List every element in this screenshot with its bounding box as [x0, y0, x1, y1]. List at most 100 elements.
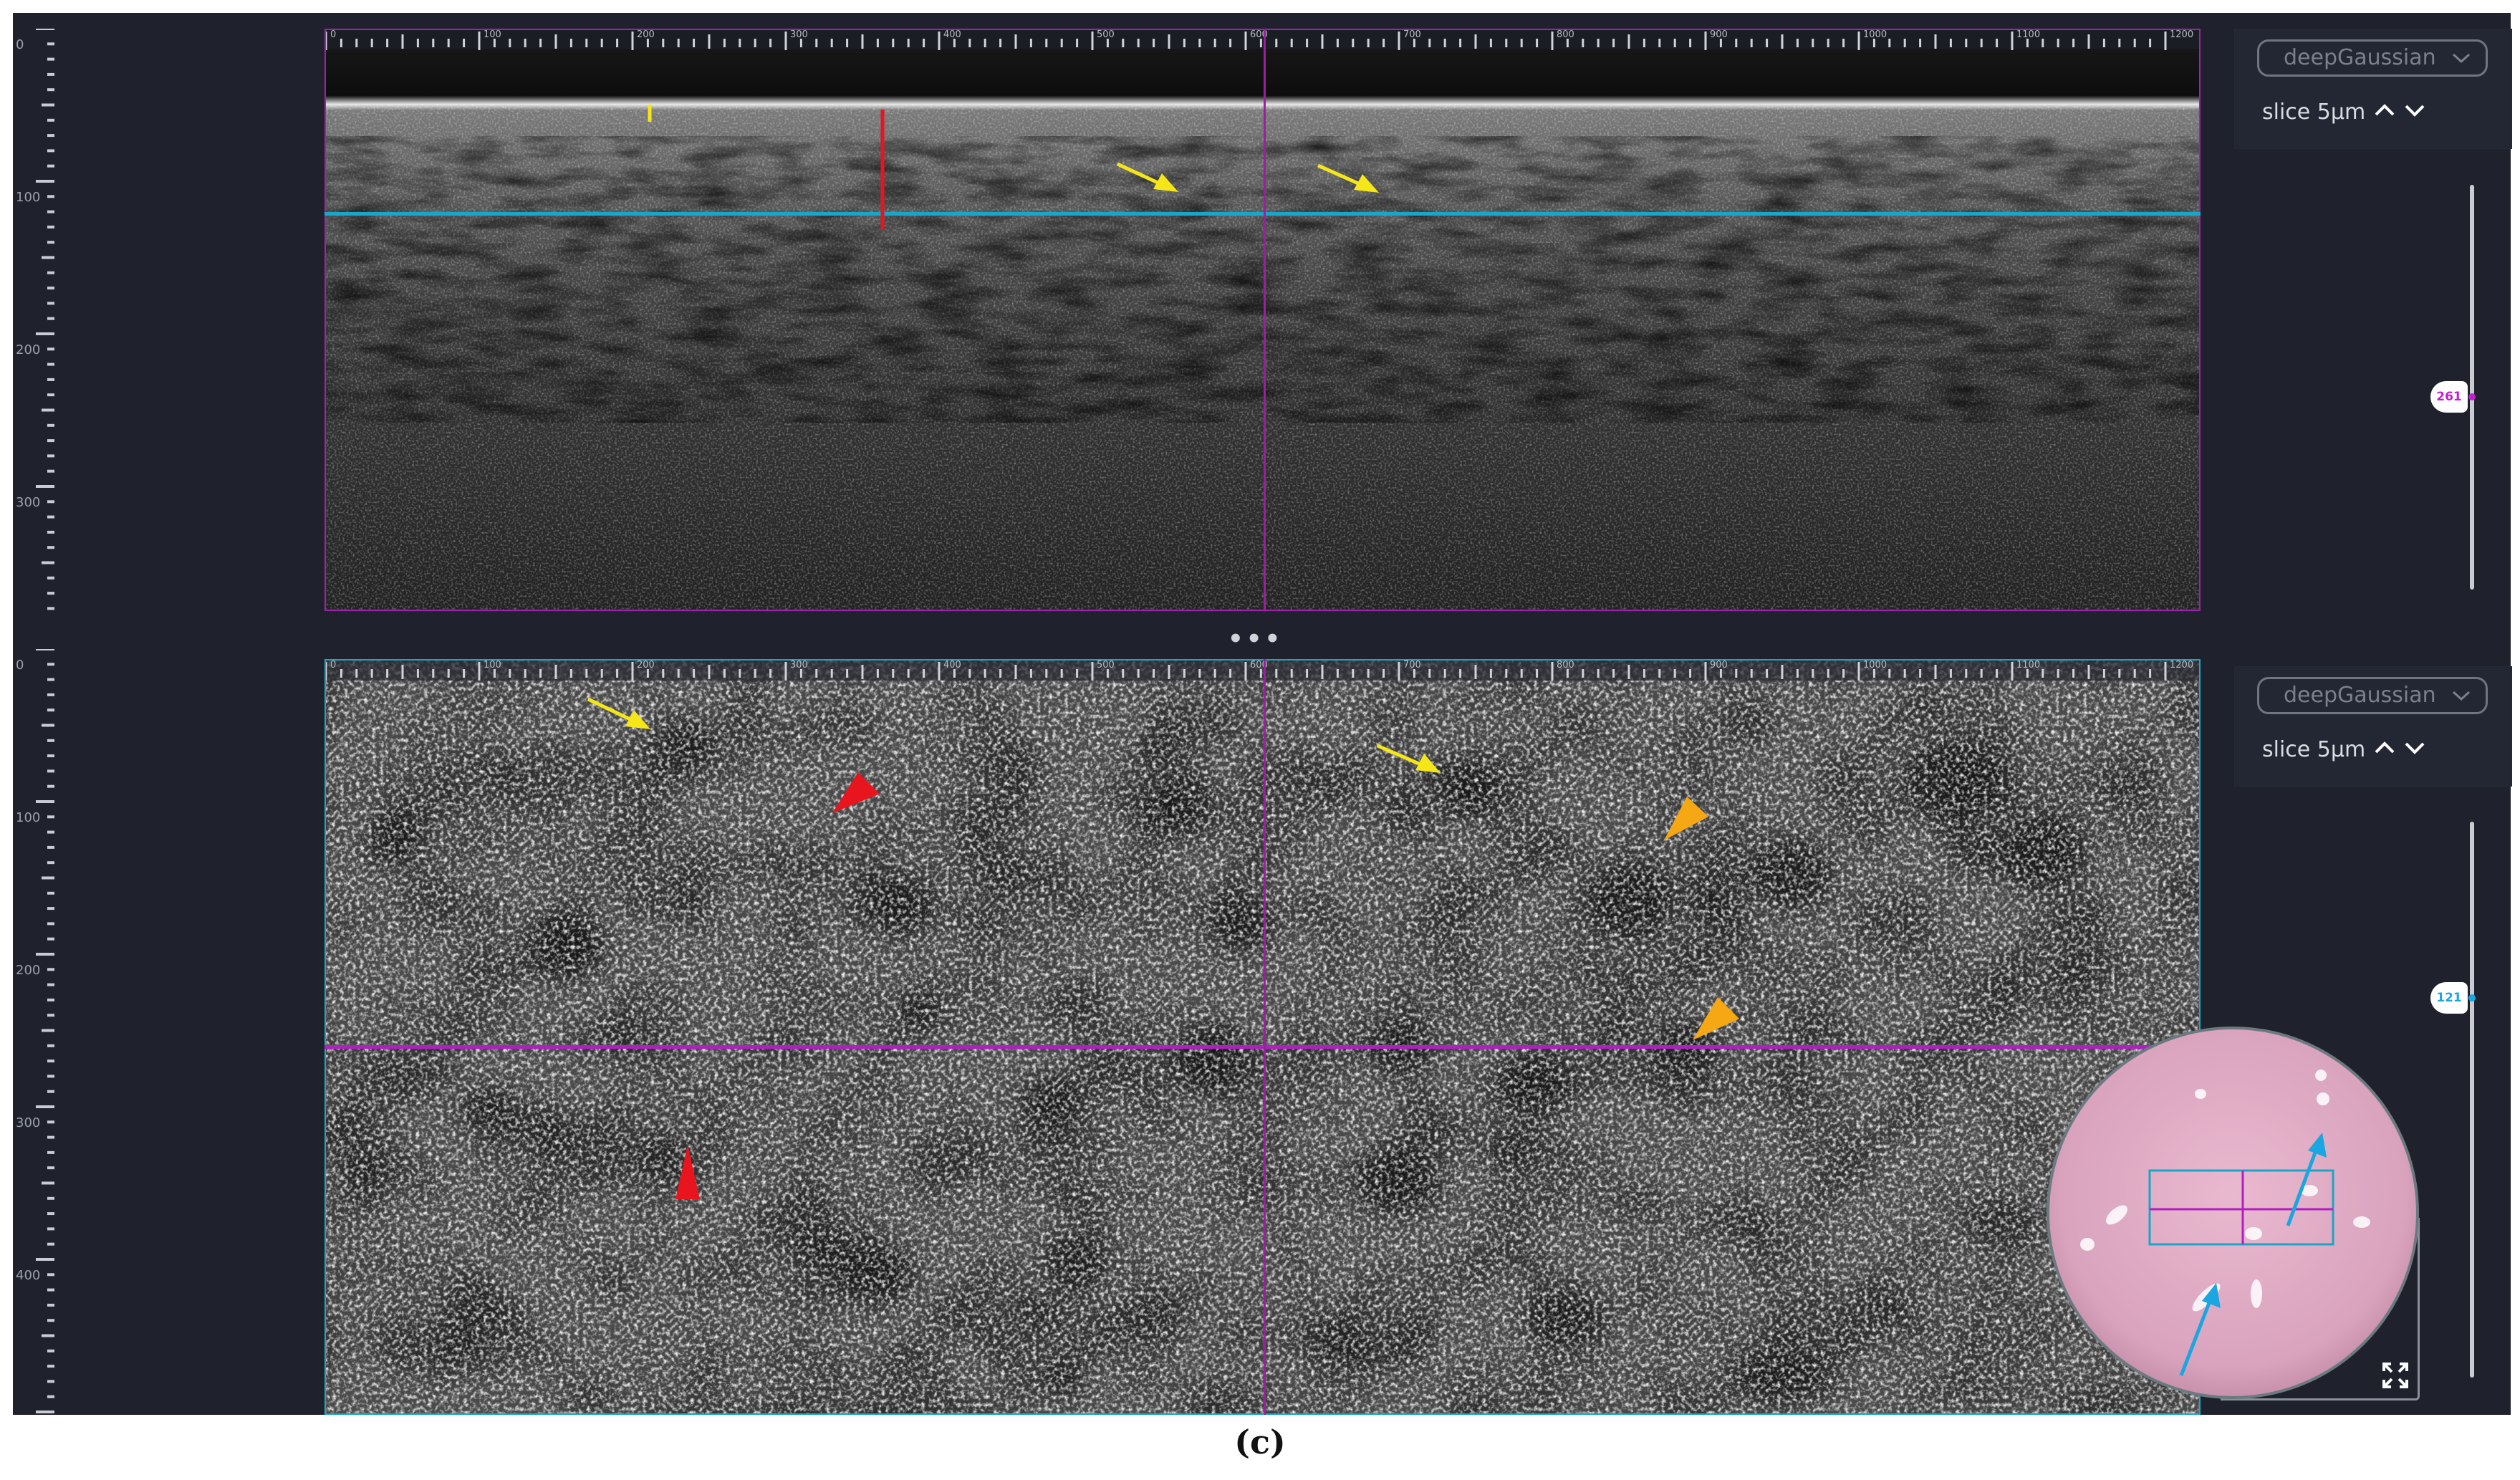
chevron-up-icon: [2375, 741, 2395, 754]
ruler-label: 100: [16, 190, 40, 205]
ruler-tick: [47, 739, 54, 742]
ruler-tick: [47, 937, 54, 941]
ruler-tick: [47, 845, 54, 849]
expand-icon[interactable]: [2381, 1361, 2410, 1390]
ruler-tick: [47, 1059, 54, 1063]
slice-label: slice 5µm: [2262, 737, 2366, 762]
ruler-tick: [36, 1411, 54, 1413]
ruler-tick: [42, 561, 54, 564]
slider-position-dot: [2468, 994, 2476, 1001]
ruler-tick: [47, 815, 54, 819]
ruler-tick: [36, 800, 54, 803]
depth-slider-track[interactable]: [2470, 822, 2474, 1378]
ruler-tick: [47, 454, 54, 458]
ruler-tick: [42, 1181, 54, 1185]
ruler-label: 300: [16, 1115, 40, 1130]
ruler-tick: [47, 1273, 54, 1277]
ruler-tick: [47, 1120, 54, 1124]
ruler-tick: [47, 195, 54, 198]
ruler-tick: [47, 1150, 54, 1154]
ruler-tick: [36, 180, 54, 183]
ruler-tick: [47, 983, 54, 986]
ruler-tick: [47, 1196, 54, 1200]
figure-caption: (c): [1234, 1423, 1286, 1461]
ruler-tick: [47, 530, 54, 534]
bottom-view-controls: deepGaussian slice 5µm: [2234, 666, 2512, 787]
ruler-tick: [36, 953, 54, 956]
ruler-tick: [36, 649, 54, 650]
ruler-tick: [47, 1242, 54, 1246]
ruler-tick: [36, 29, 54, 30]
ruler-tick: [47, 1380, 54, 1383]
ruler-tick: [47, 678, 54, 681]
filter-dropdown[interactable]: deepGaussian: [2257, 39, 2488, 77]
ruler-tick: [47, 607, 54, 610]
ruler-tick: [47, 576, 54, 580]
ruler-tick: [47, 42, 54, 46]
ruler-tick: [47, 469, 54, 473]
view-frame: [324, 29, 2201, 611]
ruler-label: 200: [16, 963, 40, 978]
ruler-tick: [47, 546, 54, 549]
ruler-tick: [42, 256, 54, 259]
top-view-controls: deepGaussian slice 5µm: [2234, 29, 2512, 149]
depth-slider-handle[interactable]: 121: [2430, 982, 2468, 1014]
ruler-tick: [42, 408, 54, 412]
ruler-tick: [36, 485, 54, 488]
en-face-view[interactable]: 0 100 200 300 400 500 600 700 800 900 1000 1100 1200: [324, 659, 2201, 1415]
ruler-label: 400: [16, 1268, 40, 1283]
ruler-tick: [47, 968, 54, 971]
chevron-down-icon: [2405, 742, 2425, 754]
vertical-crosshair-line[interactable]: [1264, 29, 1266, 611]
ruler-tick: [47, 500, 54, 504]
filter-dropdown[interactable]: deepGaussian: [2257, 677, 2488, 714]
ruler-tick: [47, 1135, 54, 1139]
ruler-tick: [42, 1029, 54, 1032]
panel-resize-handle[interactable]: •••: [1228, 625, 1283, 653]
ruler-tick: [47, 907, 54, 910]
ruler-tick: [47, 317, 54, 320]
ruler-tick: [47, 378, 54, 381]
filter-dropdown-value: deepGaussian: [2284, 45, 2436, 70]
ruler-tick: [42, 103, 54, 107]
ruler-tick: [47, 439, 54, 443]
ruler-tick: [47, 592, 54, 595]
filter-dropdown-value: deepGaussian: [2284, 683, 2436, 708]
ruler-tick: [47, 72, 54, 76]
ruler-tick: [47, 1044, 54, 1047]
ruler-tick: [47, 1365, 54, 1368]
slice-up-button[interactable]: [2374, 737, 2395, 762]
ruler-tick: [47, 861, 54, 865]
depth-slider-track[interactable]: [2470, 185, 2474, 590]
ruler-tick: [47, 754, 54, 758]
ruler-tick: [47, 149, 54, 153]
ruler-tick: [47, 1227, 54, 1231]
chevron-down-icon: [2451, 679, 2471, 722]
slice-up-button[interactable]: [2374, 100, 2395, 125]
ruler-tick: [47, 1212, 54, 1216]
ruler-tick: [47, 769, 54, 773]
ruler-tick: [47, 88, 54, 92]
ruler-tick: [47, 830, 54, 834]
ruler-tick: [42, 1334, 54, 1337]
oct-cross-section-view[interactable]: 0 100 200 300 400 500 600 700 800 900 1000 1100 1200: [324, 29, 2201, 611]
slice-down-button[interactable]: [2404, 737, 2425, 762]
ruler-tick: [47, 891, 54, 895]
slice-label: slice 5µm: [2262, 100, 2366, 125]
vertical-crosshair-line[interactable]: [1264, 659, 1266, 1415]
horizontal-crosshair-line[interactable]: [324, 212, 2201, 216]
ruler-tick: [47, 1395, 54, 1398]
ruler-tick: [36, 1258, 54, 1261]
horizontal-crosshair-line[interactable]: [324, 1045, 2201, 1049]
ruler-tick: [47, 1075, 54, 1078]
depth-slider-handle[interactable]: 261: [2430, 381, 2468, 413]
ruler-tick: [47, 271, 54, 274]
chevron-down-icon: [2451, 42, 2471, 85]
ruler-tick: [47, 1319, 54, 1322]
dermoscopy-minimap[interactable]: [2042, 1022, 2428, 1408]
ruler-tick: [47, 1090, 54, 1093]
slice-down-button[interactable]: [2404, 100, 2425, 125]
ruler-tick: [47, 663, 54, 666]
ruler-label: 0: [16, 658, 24, 673]
ruler-tick: [47, 423, 54, 427]
